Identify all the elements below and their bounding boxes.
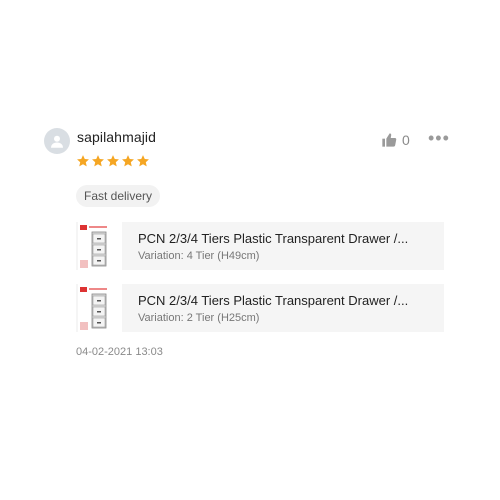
star-icon	[92, 155, 104, 167]
review-date: 04-02-2021 13:03	[76, 346, 163, 358]
reviewer-username[interactable]: sapilahmajid	[77, 129, 156, 145]
like-button[interactable]: 0	[381, 132, 410, 148]
star-icon	[77, 155, 89, 167]
review-tag: Fast delivery	[76, 185, 161, 207]
purchased-product[interactable]: PCN 2/3/4 Tiers Plastic Transparent Draw…	[76, 284, 444, 332]
user-icon	[51, 135, 63, 148]
star-icon	[122, 155, 134, 167]
thumbs-up-icon	[382, 133, 397, 147]
product-variation: Variation: 4 Tier (H49cm)	[138, 250, 260, 262]
purchased-product[interactable]: PCN 2/3/4 Tiers Plastic Transparent Draw…	[76, 222, 444, 270]
product-title: PCN 2/3/4 Tiers Plastic Transparent Draw…	[138, 231, 409, 246]
product-thumbnail	[78, 284, 122, 332]
star-icon	[107, 155, 119, 167]
product-thumbnail	[78, 222, 122, 270]
more-options-icon[interactable]: •••	[428, 129, 450, 147]
product-title: PCN 2/3/4 Tiers Plastic Transparent Draw…	[138, 293, 409, 308]
star-icon	[137, 155, 149, 167]
rating-stars	[76, 154, 150, 168]
avatar[interactable]	[44, 128, 70, 154]
product-variation: Variation: 2 Tier (H25cm)	[138, 312, 260, 324]
like-count: 0	[402, 132, 410, 148]
